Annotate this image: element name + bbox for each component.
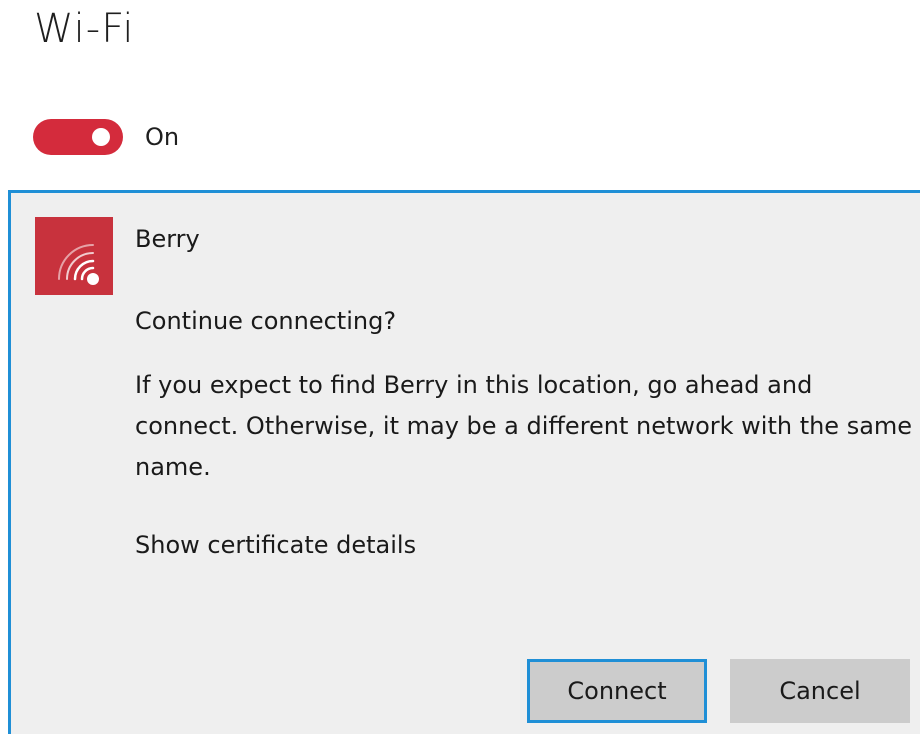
cancel-button[interactable]: Cancel — [730, 659, 910, 723]
wifi-signal-icon — [58, 244, 99, 285]
wifi-toggle-row: On — [33, 119, 179, 155]
show-certificate-link[interactable]: Show certificate details — [135, 531, 416, 559]
network-connect-panel: Berry Continue connecting? If you expect… — [8, 190, 920, 734]
wifi-settings-page: Wi-Fi On Berry Continue connecting? If y… — [0, 0, 920, 734]
network-name: Berry — [135, 225, 200, 253]
page-title: Wi-Fi — [34, 6, 135, 52]
connection-message: If you expect to find Berry in this loca… — [135, 371, 913, 481]
wifi-toggle-label: On — [145, 123, 180, 151]
continue-question: Continue connecting? — [135, 307, 397, 335]
wifi-toggle[interactable] — [33, 119, 123, 155]
toggle-knob — [92, 128, 110, 146]
network-tile — [35, 217, 113, 295]
connect-button[interactable]: Connect — [527, 659, 707, 723]
